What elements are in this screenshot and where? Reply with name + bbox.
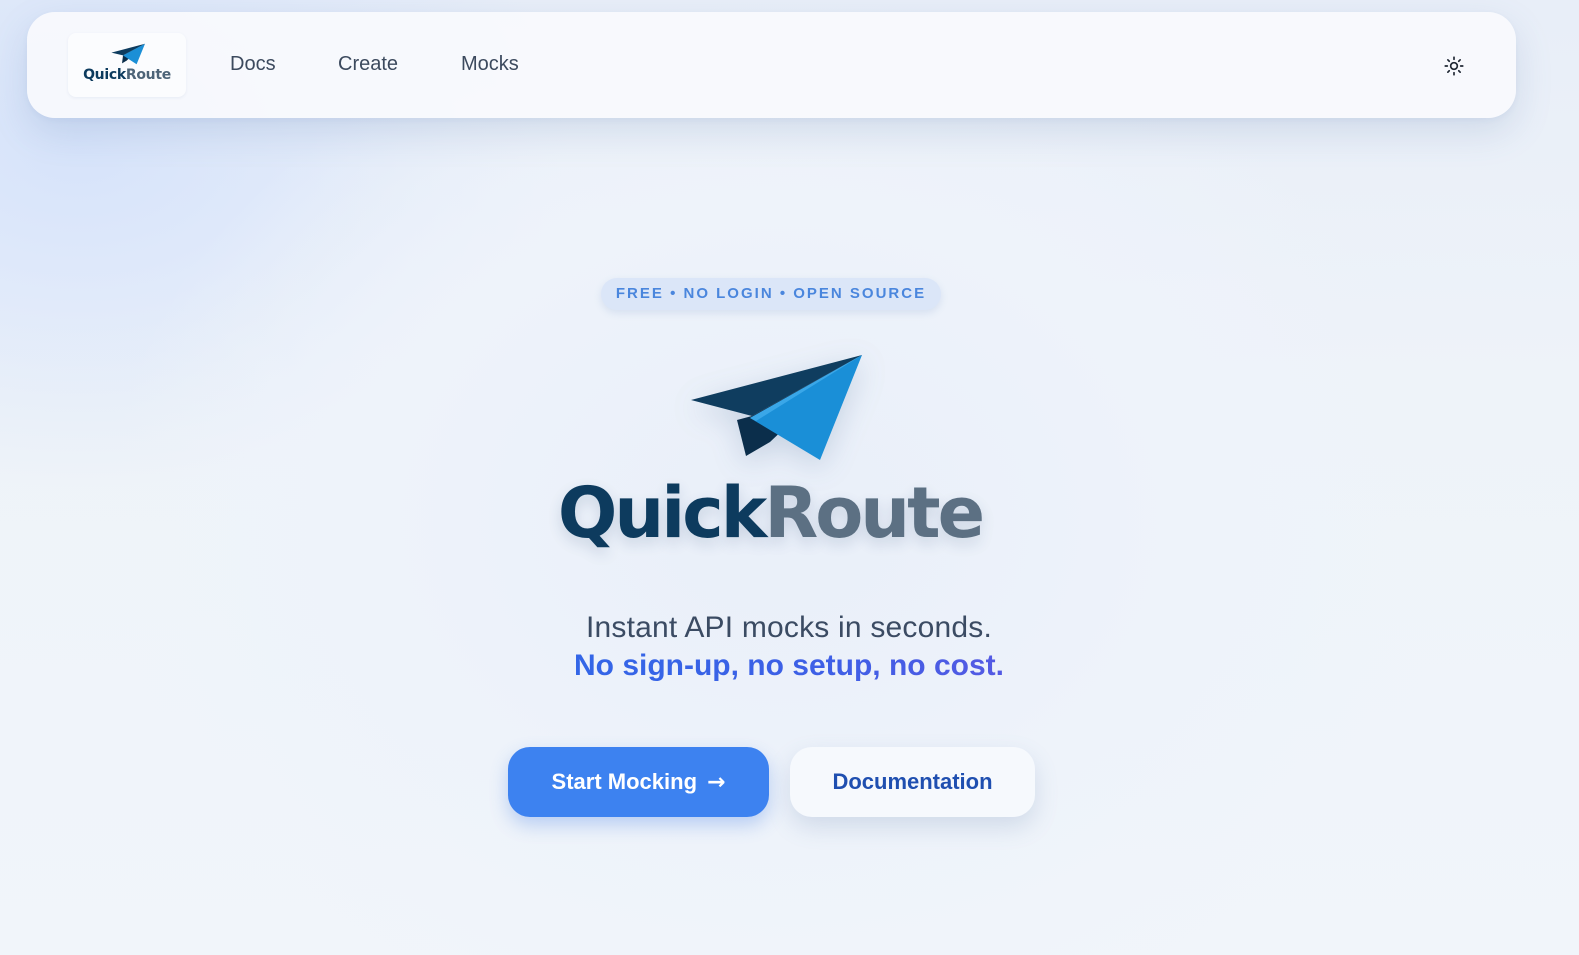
start-mocking-button[interactable]: Start Mocking →	[508, 747, 769, 817]
nav-link-mocks[interactable]: Mocks	[461, 53, 519, 76]
nav-logo-wordmark: QuickRoute	[83, 67, 171, 83]
arrow-right-icon: →	[707, 769, 726, 795]
hero-tagline: Instant API mocks in seconds.	[586, 611, 992, 644]
hero-wordmark: QuickRoute	[557, 472, 985, 554]
feature-badge: FREE • NO LOGIN • OPEN SOURCE	[601, 278, 941, 310]
start-mocking-label: Start Mocking	[551, 769, 698, 794]
nav-link-docs[interactable]: Docs	[230, 53, 276, 76]
hero-tagline-accent: No sign-up, no setup, no cost.	[389, 649, 1189, 683]
sun-icon	[1444, 56, 1464, 76]
paper-plane-icon	[111, 43, 145, 65]
documentation-button[interactable]: Documentation	[790, 747, 1035, 817]
theme-toggle-button[interactable]	[1440, 52, 1468, 80]
nav-link-create[interactable]: Create	[338, 53, 398, 76]
paper-plane-icon	[691, 355, 862, 460]
navbar: QuickRoute Docs Create Mocks	[27, 12, 1516, 118]
nav-logo[interactable]: QuickRoute	[68, 33, 186, 97]
